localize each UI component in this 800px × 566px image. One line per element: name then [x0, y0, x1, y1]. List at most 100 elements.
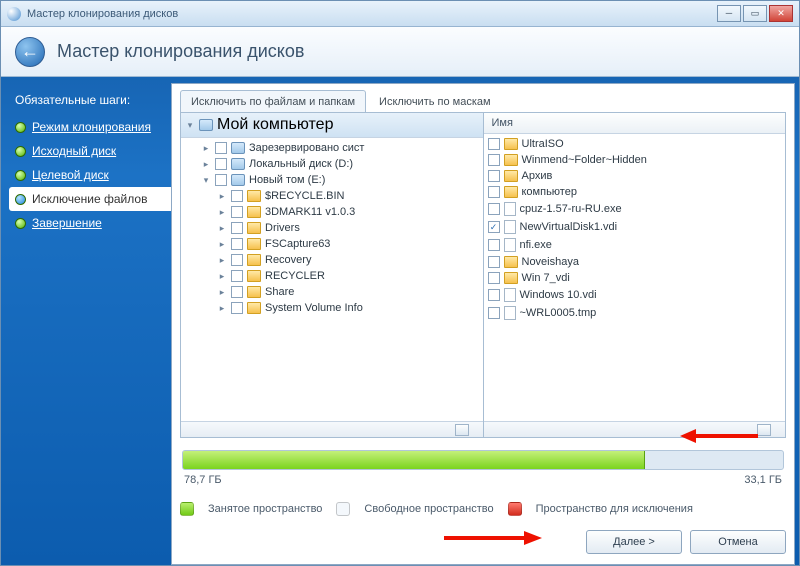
tree-label: 3DMARK11 v1.0.3 [265, 206, 355, 218]
list-checkbox[interactable] [488, 239, 500, 251]
list-checkbox[interactable] [488, 307, 500, 319]
tree-scrollbar-h[interactable] [181, 421, 483, 437]
tab-exclude-masks[interactable]: Исключить по маскам [368, 90, 502, 112]
expand-icon[interactable]: ▸ [201, 143, 211, 154]
tree-checkbox[interactable] [215, 174, 227, 186]
tree-row[interactable]: ▸ $RECYCLE.BIN [181, 188, 483, 204]
tree-row[interactable]: ▸System Volume Info [181, 300, 483, 316]
tree-row[interactable]: ▸ 3DMARK11 v1.0.3 [181, 204, 483, 220]
list-label: Noveishaya [522, 256, 579, 268]
list-scrollbar-h[interactable] [484, 421, 786, 437]
expand-icon[interactable]: ▸ [217, 255, 227, 266]
list-checkbox[interactable]: ✓ [488, 221, 500, 233]
list-checkbox[interactable] [488, 170, 500, 182]
tree-row[interactable]: ▸Drivers [181, 220, 483, 236]
expand-icon[interactable]: ▸ [217, 271, 227, 282]
collapse-icon[interactable]: ▾ [185, 120, 195, 131]
list-header-name[interactable]: Имя [484, 113, 786, 134]
folder-icon [247, 222, 261, 234]
tree-row[interactable]: ▾Новый том (E:) [181, 172, 483, 188]
list-row[interactable]: Windows 10.vdi [484, 286, 786, 304]
legend: Занятое пространство Свободное пространс… [180, 502, 786, 516]
list-checkbox[interactable] [488, 272, 500, 284]
list-label: Архив [522, 170, 553, 182]
list-label: Winmend~Folder~Hidden [522, 154, 647, 166]
expand-icon[interactable]: ▸ [201, 159, 211, 170]
tree-checkbox[interactable] [215, 158, 227, 170]
list-checkbox[interactable] [488, 289, 500, 301]
sidebar-item-3[interactable]: Исключение файлов [9, 187, 171, 211]
folder-icon [247, 206, 261, 218]
expand-icon[interactable]: ▸ [217, 223, 227, 234]
expand-icon[interactable]: ▸ [217, 287, 227, 298]
expand-icon[interactable]: ▸ [217, 303, 227, 314]
list-row[interactable]: Архив [484, 168, 786, 184]
tree-label: Share [265, 286, 294, 298]
sidebar-item-2[interactable]: Целевой диск [9, 163, 171, 187]
list-row[interactable]: ✓NewVirtualDisk1.vdi [484, 218, 786, 236]
expand-icon[interactable]: ▾ [201, 175, 211, 186]
list-row[interactable]: Noveishaya [484, 254, 786, 270]
list-checkbox[interactable] [488, 256, 500, 268]
tree-checkbox[interactable] [231, 302, 243, 314]
tree-row[interactable]: ▸Зарезервировано сист [181, 140, 483, 156]
list-row[interactable]: nfi.exe [484, 236, 786, 254]
step-status-icon [15, 146, 26, 157]
step-status-icon [15, 194, 26, 205]
close-button[interactable]: ✕ [769, 5, 793, 22]
folder-icon [504, 138, 518, 150]
list-row[interactable]: ~WRL0005.tmp [484, 304, 786, 322]
list-checkbox[interactable] [488, 186, 500, 198]
sidebar: Обязательные шаги: Режим клонированияИсх… [1, 83, 171, 565]
list-checkbox[interactable] [488, 138, 500, 150]
expand-icon[interactable]: ▸ [217, 207, 227, 218]
tree-checkbox[interactable] [231, 286, 243, 298]
list-checkbox[interactable] [488, 154, 500, 166]
file-icon [504, 288, 516, 302]
tree-checkbox[interactable] [231, 222, 243, 234]
tree-checkbox[interactable] [231, 190, 243, 202]
tree-row[interactable]: ▸Recovery [181, 252, 483, 268]
tree-checkbox[interactable] [215, 142, 227, 154]
sidebar-item-4[interactable]: Завершение [9, 211, 171, 235]
sidebar-item-0[interactable]: Режим клонирования [9, 115, 171, 139]
tree-row[interactable]: ▸FSCapture63 [181, 236, 483, 252]
folder-icon [247, 254, 261, 266]
tree-row[interactable]: ▸RECYCLER [181, 268, 483, 284]
file-icon [504, 220, 516, 234]
list-row[interactable]: компьютер [484, 184, 786, 200]
maximize-button[interactable]: ▭ [743, 5, 767, 22]
folder-icon [247, 270, 261, 282]
tree-checkbox[interactable] [231, 238, 243, 250]
next-button[interactable]: Далее > [586, 530, 682, 554]
tree-checkbox[interactable] [231, 254, 243, 266]
tree-row[interactable]: ▸ Share [181, 284, 483, 300]
sidebar-item-label: Исключение файлов [32, 192, 147, 206]
file-list[interactable]: UltraISO Winmend~Folder~Hidden Архив компью… [484, 134, 786, 421]
cancel-button[interactable]: Отмена [690, 530, 786, 554]
list-row[interactable]: Win 7_vdi [484, 270, 786, 286]
folder-icon [247, 190, 261, 202]
minimize-button[interactable]: ─ [717, 5, 741, 22]
sidebar-item-1[interactable]: Исходный диск [9, 139, 171, 163]
list-checkbox[interactable] [488, 203, 500, 215]
list-label: nfi.exe [520, 239, 552, 251]
expand-icon[interactable]: ▸ [217, 239, 227, 250]
list-row[interactable]: UltraISO [484, 136, 786, 152]
expand-icon[interactable]: ▸ [217, 191, 227, 202]
back-button[interactable]: ← [15, 37, 45, 67]
tree-label: $RECYCLE.BIN [265, 190, 344, 202]
tree-checkbox[interactable] [231, 270, 243, 282]
page-title: Мастер клонирования дисков [57, 41, 304, 62]
folder-tree[interactable]: ▸Зарезервировано сист▸Локальный диск (D:… [181, 138, 483, 421]
list-label: ~WRL0005.tmp [520, 307, 597, 319]
tab-exclude-files[interactable]: Исключить по файлам и папкам [180, 90, 366, 112]
titlebar[interactable]: Мастер клонирования дисков ─ ▭ ✕ [1, 1, 799, 27]
list-row[interactable]: Winmend~Folder~Hidden [484, 152, 786, 168]
computer-icon [199, 119, 213, 131]
content-pane: Исключить по файлам и папкам Исключить п… [171, 83, 795, 565]
tree-checkbox[interactable] [231, 206, 243, 218]
folder-icon [504, 154, 518, 166]
list-row[interactable]: cpuz-1.57-ru-RU.exe [484, 200, 786, 218]
tree-row[interactable]: ▸Локальный диск (D:) [181, 156, 483, 172]
